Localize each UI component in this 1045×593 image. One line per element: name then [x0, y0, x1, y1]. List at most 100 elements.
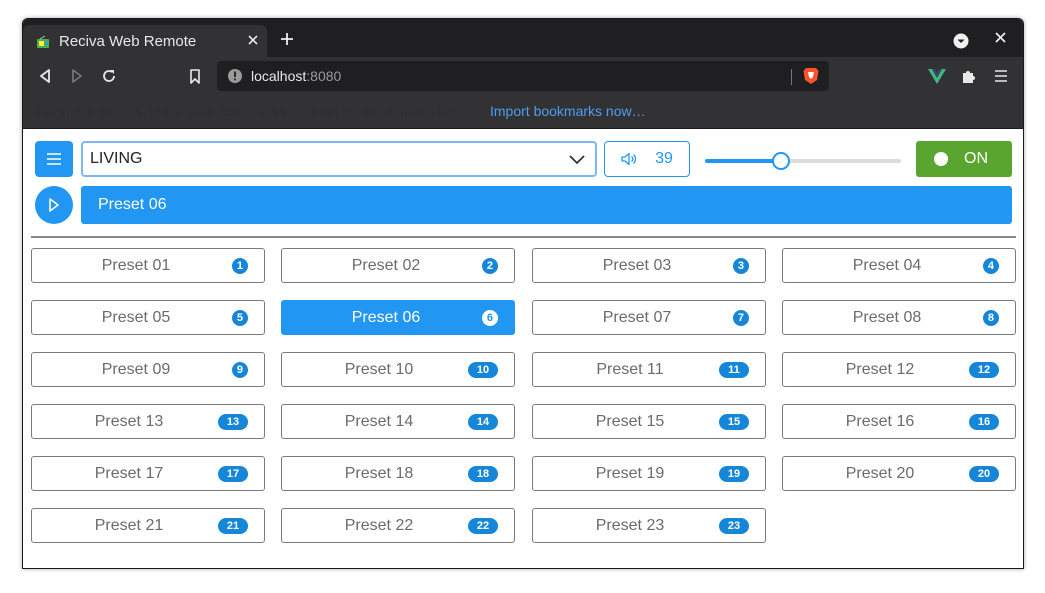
preset-number-badge: 2	[481, 258, 498, 274]
preset-number-badge: 7	[732, 310, 749, 326]
browser-toolbar: localhost:8080	[23, 57, 1023, 95]
preset-button[interactable]: Preset 06 6	[281, 300, 515, 335]
play-button[interactable]	[35, 186, 73, 224]
reload-icon[interactable]	[99, 66, 119, 86]
preset-button[interactable]: Preset 18 18	[281, 456, 515, 491]
volume-slider-fill	[705, 159, 782, 163]
preset-number-badge: 5	[231, 310, 248, 326]
preset-number-badge: 1	[231, 258, 248, 274]
address-bar[interactable]: localhost:8080	[217, 61, 829, 91]
preset-button[interactable]: Preset 17 17	[31, 456, 265, 491]
bookmarks-bar: For quick access, place your bookmarks h…	[23, 95, 1023, 129]
hamburger-icon	[47, 153, 61, 165]
power-toggle-button[interactable]: ON	[916, 141, 1012, 177]
now-playing-bar: Preset 06	[81, 186, 1012, 224]
radio-favicon-icon	[37, 36, 49, 48]
tab-reciva[interactable]: Reciva Web Remote	[23, 25, 267, 57]
volume-slider[interactable]	[705, 152, 901, 170]
preset-label: Preset 09	[101, 361, 171, 378]
preset-number-badge: 12	[969, 362, 999, 378]
preset-number-badge: 8	[982, 310, 999, 326]
preset-number-badge: 15	[719, 414, 749, 430]
preset-button[interactable]: Preset 10 10	[281, 352, 515, 387]
preset-button[interactable]: Preset 14 14	[281, 404, 515, 439]
vue-devtools-icon[interactable]	[927, 66, 947, 86]
back-icon[interactable]	[35, 66, 55, 86]
preset-number-badge: 19	[719, 466, 749, 482]
url-text: localhost:8080	[251, 68, 342, 84]
menu-button[interactable]	[35, 141, 73, 177]
toggle-dot-icon	[934, 152, 948, 166]
preset-label: Preset 08	[852, 309, 922, 326]
tab-bar: Reciva Web Remote	[23, 19, 1023, 57]
brave-shields-icon[interactable]	[803, 67, 819, 85]
forward-icon[interactable]	[67, 66, 87, 86]
preset-button[interactable]: Preset 01 1	[31, 248, 265, 283]
now-playing-title: Preset 06	[98, 196, 167, 213]
preset-number-badge: 14	[468, 414, 498, 430]
preset-number-badge: 21	[218, 518, 248, 534]
import-bookmarks-link[interactable]: Import bookmarks now…	[490, 103, 646, 119]
preset-number-badge: 20	[969, 466, 999, 482]
bookmark-icon[interactable]	[185, 66, 205, 86]
preset-button[interactable]: Preset 11 11	[532, 352, 766, 387]
site-info-icon[interactable]	[227, 68, 243, 84]
preset-button[interactable]: Preset 21 21	[31, 508, 265, 543]
preset-label: Preset 05	[101, 309, 171, 326]
preset-label: Preset 06	[351, 309, 421, 326]
preset-number-badge: 22	[468, 518, 498, 534]
preset-number-badge: 13	[218, 414, 248, 430]
preset-button[interactable]: Preset 05 5	[31, 300, 265, 335]
preset-number-badge: 11	[719, 362, 749, 378]
preset-button[interactable]: Preset 07 7	[532, 300, 766, 335]
new-tab-icon[interactable]	[277, 29, 297, 49]
preset-button[interactable]: Preset 20 20	[782, 456, 1016, 491]
bookmarks-hint: For quick access, place your bookmarks h…	[37, 103, 462, 119]
preset-label: Preset 04	[852, 257, 922, 274]
preset-label: Preset 02	[351, 257, 421, 274]
preset-number-badge: 17	[218, 466, 248, 482]
preset-label: Preset 07	[602, 309, 672, 326]
device-select-value: LIVING	[90, 150, 143, 167]
preset-button[interactable]: Preset 08 8	[782, 300, 1016, 335]
preset-button[interactable]: Preset 15 15	[532, 404, 766, 439]
preset-button[interactable]: Preset 02 2	[281, 248, 515, 283]
preset-number-badge: 9	[231, 362, 248, 378]
preset-number-badge: 10	[468, 362, 498, 378]
preset-number-badge: 16	[969, 414, 999, 430]
preset-button[interactable]: Preset 03 3	[532, 248, 766, 283]
preset-label: Preset 01	[101, 257, 171, 274]
page-content: LIVING 39 ON Preset 06 Preset 01 1 Prese…	[23, 129, 1023, 568]
browser-menu-icon[interactable]	[991, 66, 1011, 86]
preset-button[interactable]: Preset 04 4	[782, 248, 1016, 283]
speaker-icon	[621, 152, 637, 166]
volume-slider-handle[interactable]	[772, 152, 791, 170]
play-icon	[49, 198, 59, 212]
tab-close-icon[interactable]	[243, 30, 263, 50]
url-separator	[791, 69, 792, 85]
preset-button[interactable]: Preset 23 23	[532, 508, 766, 543]
preset-number-badge: 4	[982, 258, 999, 274]
preset-button[interactable]: Preset 16 16	[782, 404, 1016, 439]
preset-button[interactable]: Preset 09 9	[31, 352, 265, 387]
power-label: ON	[964, 150, 988, 167]
tab-title: Reciva Web Remote	[59, 33, 197, 50]
preset-button[interactable]: Preset 12 12	[782, 352, 1016, 387]
browser-window: Reciva Web Remote localhost:8080 For qui…	[22, 18, 1024, 569]
preset-button[interactable]: Preset 19 19	[532, 456, 766, 491]
preset-number-badge: 3	[732, 258, 749, 274]
preset-number-badge: 6	[481, 310, 498, 326]
preset-button[interactable]: Preset 22 22	[281, 508, 515, 543]
chevron-down-icon	[569, 155, 585, 165]
window-close-icon[interactable]	[993, 29, 1007, 45]
section-divider	[31, 236, 1016, 238]
device-select[interactable]: LIVING	[81, 141, 597, 177]
tab-search-icon[interactable]	[953, 33, 969, 49]
extensions-icon[interactable]	[959, 66, 979, 86]
preset-number-badge: 18	[468, 466, 498, 482]
preset-number-badge: 23	[719, 518, 749, 534]
volume-button[interactable]: 39	[604, 141, 690, 177]
preset-label: Preset 03	[602, 257, 672, 274]
preset-button[interactable]: Preset 13 13	[31, 404, 265, 439]
volume-value: 39	[655, 150, 673, 167]
